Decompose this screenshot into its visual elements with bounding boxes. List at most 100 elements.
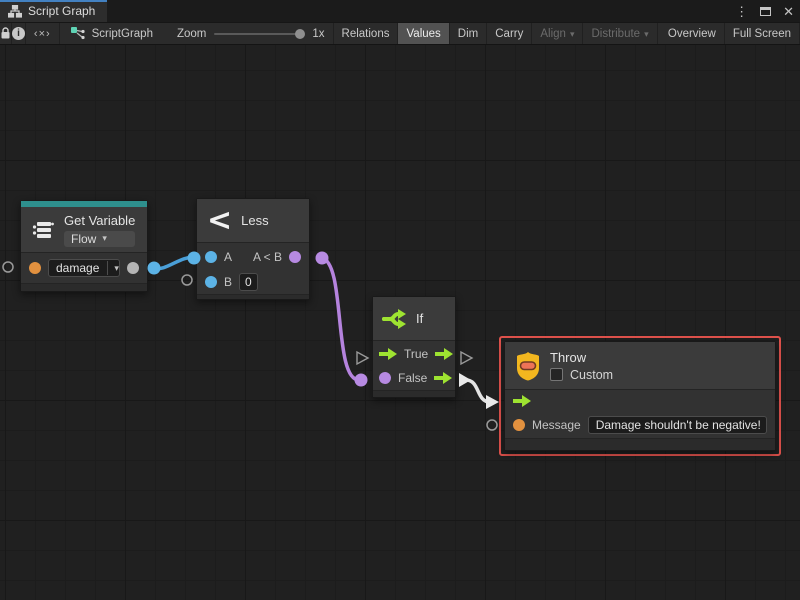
button-label: Overview [668, 28, 716, 40]
lock-icon [0, 27, 11, 40]
wire-if-false-to-throw[interactable] [466, 380, 490, 402]
unconnected-port-circle[interactable] [182, 275, 192, 285]
variable-kind-value: Flow [71, 232, 96, 246]
flow-wire-start-arrow[interactable] [459, 373, 471, 387]
throw-message-input-port[interactable] [513, 419, 525, 431]
throw-flow-input-port[interactable] [513, 395, 531, 407]
info-icon: i [12, 27, 25, 40]
chevron-down-icon: ▾ [107, 261, 120, 275]
button-label: Relations [342, 28, 390, 40]
if-flow-input-port[interactable] [379, 348, 397, 360]
zoom-slider-handle[interactable] [295, 29, 305, 39]
less-input-b-label: B [224, 275, 232, 289]
throw-message-field[interactable]: Damage shouldn't be negative! [588, 416, 767, 434]
node-footer [373, 390, 455, 397]
wire-endpoint[interactable] [148, 262, 161, 275]
node-footer [197, 294, 309, 299]
node-get-variable[interactable]: Get Variable Flow ▾ damage ▾ [20, 200, 148, 292]
close-icon[interactable]: ✕ [783, 5, 794, 18]
toolbar-button-relations[interactable]: Relations [334, 23, 399, 44]
unconnected-flow-triangle[interactable] [461, 352, 472, 364]
lock-button[interactable] [0, 23, 12, 44]
if-true-output-port[interactable] [435, 348, 453, 360]
button-label: Carry [495, 28, 523, 40]
node-title: If [416, 311, 423, 326]
toolbar-button-overview[interactable]: Overview [660, 23, 725, 44]
chevron-down-icon: ▾ [102, 233, 107, 244]
toolbar-button-distribute[interactable]: Distribute ▾ [583, 23, 657, 44]
wire-less-to-if-condition[interactable] [322, 258, 359, 380]
if-false-output-port[interactable] [434, 372, 452, 384]
wire-damage-to-less-a[interactable] [154, 258, 194, 269]
variable-kind-dropdown[interactable]: Flow ▾ [64, 231, 135, 247]
button-label: Values [406, 28, 440, 40]
button-label: Full Screen [733, 28, 791, 40]
variable-name-field[interactable]: damage ▾ [48, 259, 120, 277]
less-input-b-port[interactable] [205, 276, 217, 288]
node-if[interactable]: If True False [372, 296, 456, 398]
graph-name: ScriptGraph [92, 28, 153, 40]
branch-icon [381, 305, 409, 333]
menu-kebab-icon[interactable]: ⋮ [735, 5, 748, 18]
variable-value-output-port[interactable] [127, 262, 139, 274]
button-label: Align [540, 28, 566, 40]
node-throw[interactable]: Throw Custom Message Damage shouldn't be… [504, 341, 776, 451]
less-input-a-port[interactable] [205, 251, 217, 263]
toolbar-button-fullscreen[interactable]: Full Screen [725, 23, 800, 44]
if-true-label: True [404, 347, 428, 361]
less-input-a-label: A [224, 250, 232, 264]
node-title: Get Variable [64, 213, 135, 228]
info-button[interactable]: i [12, 23, 26, 44]
zoom-value: 1x [312, 28, 324, 40]
script-graph-icon [70, 26, 86, 41]
throw-warning-icon [515, 351, 541, 381]
node-title: Less [241, 213, 268, 228]
toolbar-button-align[interactable]: Align ▾ [532, 23, 583, 44]
graph-hierarchy-icon [8, 5, 22, 18]
variable-icon [31, 218, 55, 242]
custom-checkbox[interactable] [550, 368, 563, 381]
graph-breadcrumb[interactable]: ScriptGraph [60, 23, 163, 44]
graph-toolbar: i ‹×› ScriptGraph Zoom 1x Relations Valu… [0, 22, 800, 45]
toolbar-button-values[interactable]: Values [398, 23, 449, 44]
throw-message-label: Message [532, 418, 581, 432]
toolbar-button-dim[interactable]: Dim [450, 23, 487, 44]
less-b-value-field[interactable]: 0 [239, 273, 258, 291]
unconnected-port-circle[interactable] [3, 262, 13, 272]
unconnected-flow-triangle[interactable] [357, 352, 368, 364]
maximize-icon[interactable] [760, 7, 771, 16]
button-label: Dim [458, 28, 478, 40]
button-label: Distribute [591, 28, 640, 40]
zoom-label: Zoom [177, 28, 206, 40]
node-footer [505, 438, 775, 450]
node-footer [21, 283, 147, 291]
graph-canvas[interactable]: Get Variable Flow ▾ damage ▾ < [0, 45, 800, 600]
variable-name-value: damage [56, 261, 99, 275]
less-icon: < [207, 209, 232, 233]
unity-script-graph-window: Script Graph ⋮ ✕ i ‹×› [0, 0, 800, 600]
node-less[interactable]: < Less A A < B B 0 [196, 198, 310, 300]
custom-checkbox-label: Custom [570, 368, 613, 382]
code-icon: ‹×› [34, 28, 51, 40]
tab-script-graph[interactable]: Script Graph [0, 0, 107, 22]
variable-name-input-port[interactable] [29, 262, 41, 274]
wire-endpoint[interactable] [316, 252, 329, 265]
chevron-down-icon: ▾ [644, 29, 649, 40]
if-condition-input-port[interactable] [379, 372, 391, 384]
tab-bar: Script Graph ⋮ ✕ [0, 0, 800, 22]
code-preview-button[interactable]: ‹×› [26, 23, 60, 44]
node-title: Throw [550, 350, 613, 365]
flow-wire-end-arrow[interactable] [486, 395, 499, 409]
toolbar-button-carry[interactable]: Carry [487, 23, 532, 44]
zoom-control: Zoom 1x [163, 23, 334, 44]
active-tab-accent [0, 0, 107, 2]
less-output-label: A < B [253, 250, 282, 264]
unconnected-port-circle[interactable] [487, 420, 497, 430]
less-result-output-port[interactable] [289, 251, 301, 263]
chevron-down-icon: ▾ [570, 29, 575, 40]
if-false-label: False [398, 371, 427, 385]
wire-endpoint[interactable] [355, 374, 368, 387]
window-controls: ⋮ ✕ [735, 0, 794, 22]
zoom-slider[interactable] [214, 33, 304, 35]
tab-title: Script Graph [28, 4, 95, 18]
